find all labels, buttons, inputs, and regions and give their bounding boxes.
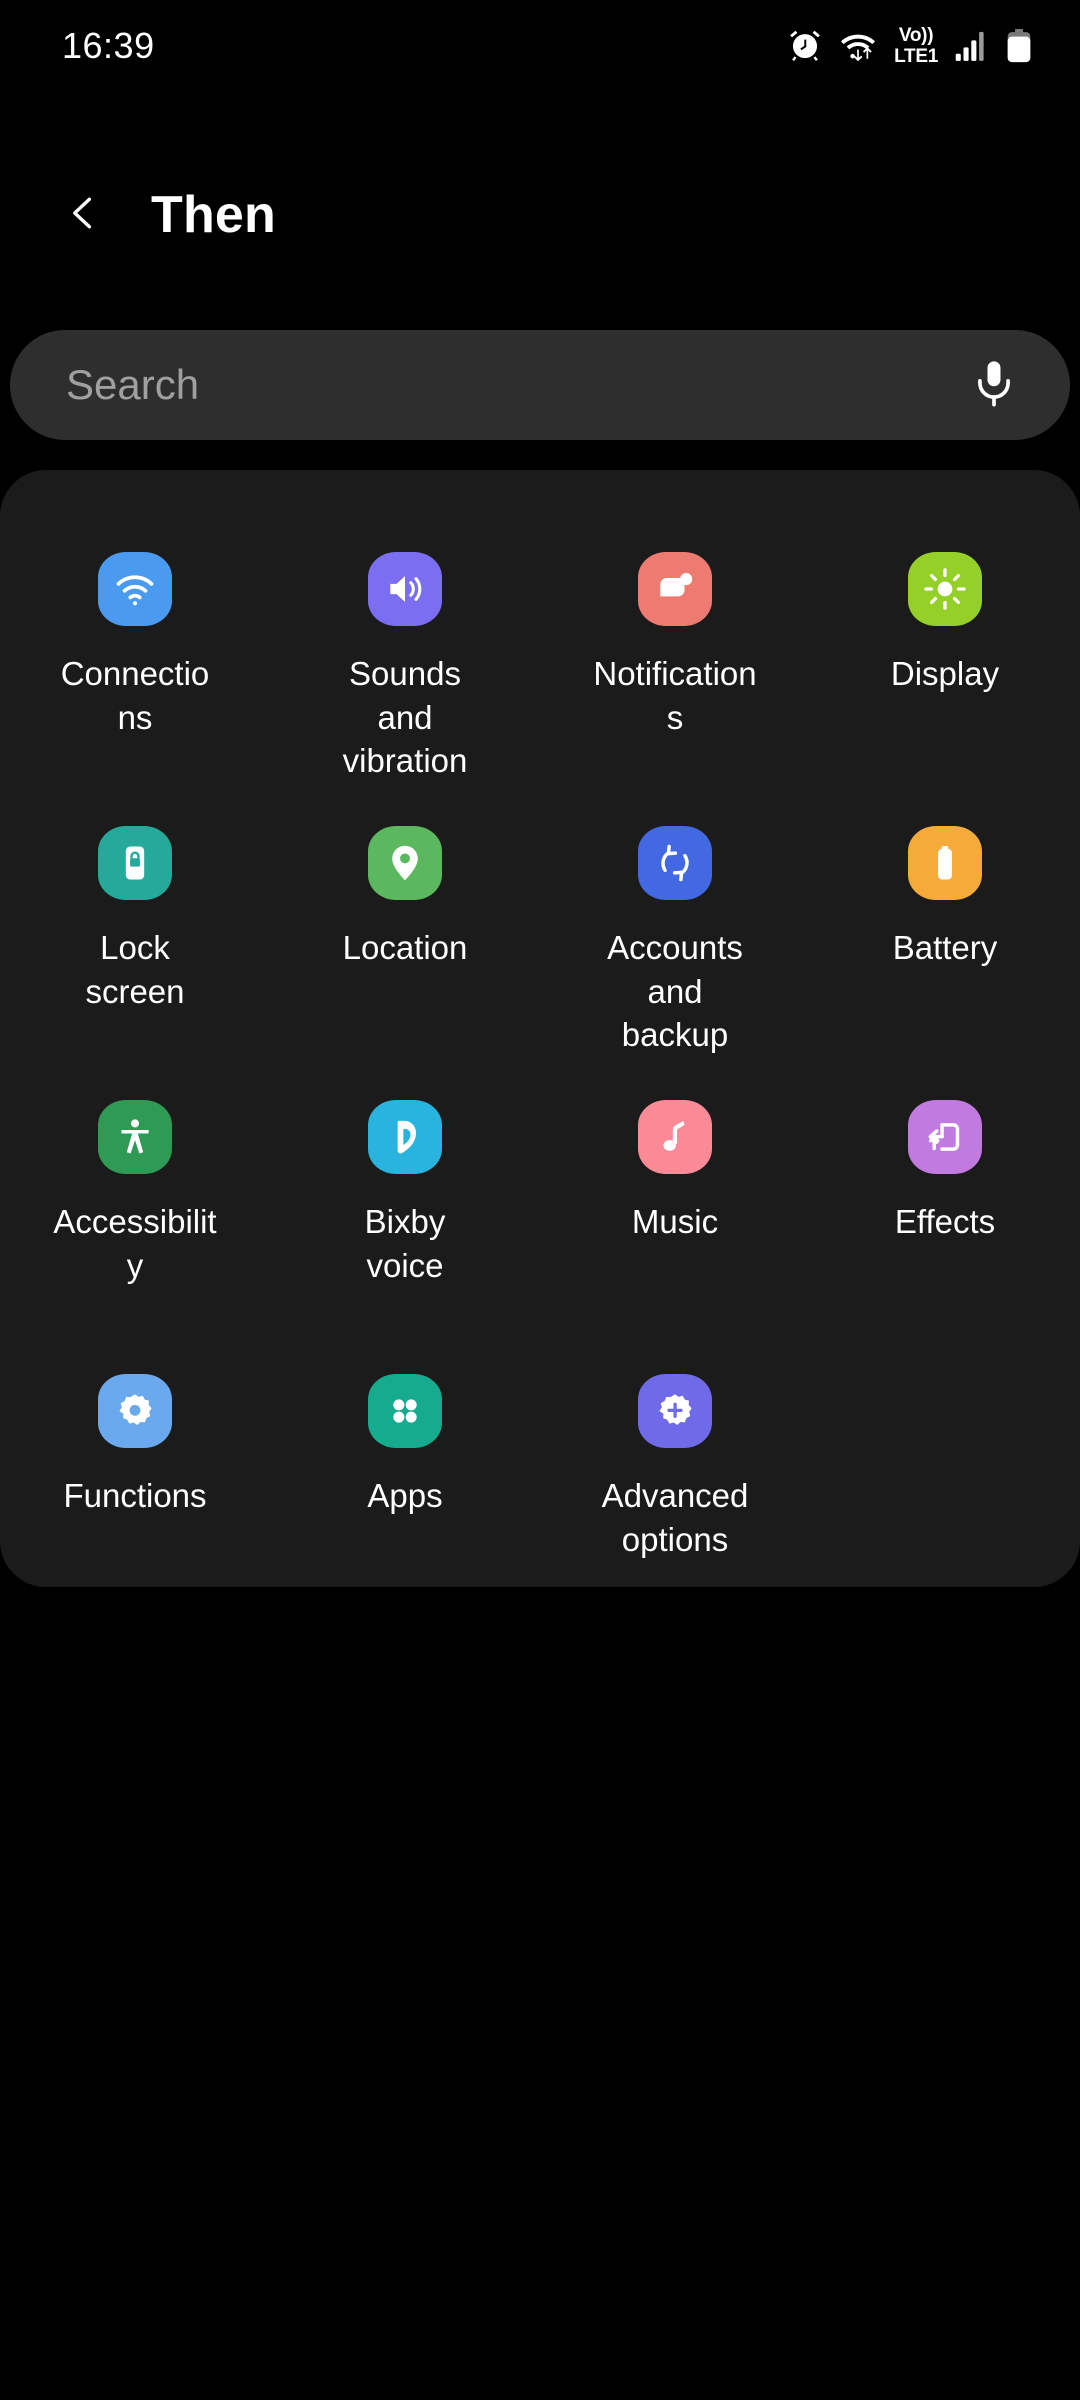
apps-grid-icon [385,1391,425,1431]
page-title: Then [151,186,277,244]
grid-item-label: Bixby voice [364,1203,446,1284]
grid-item-display[interactable]: Display [810,524,1080,798]
microphone-icon [968,357,1020,414]
functions-icon-bg [98,1374,172,1448]
grid-item-label: Sounds and vibration [342,655,468,780]
effects-icon-bg [908,1100,982,1174]
grid-item-advanced-options[interactable]: Advanced options [540,1346,810,1620]
accounts-icon-bg [638,826,712,900]
grid-item-label: Effects [894,1203,996,1240]
grid-item-label: Battery [892,929,998,966]
speaker-volume-icon [383,567,427,611]
status-bar: 16:39 Vo)) LTE1 [0,0,1080,92]
battery-vertical-icon [923,841,967,885]
connections-icon-bg [98,552,172,626]
grid-item-sounds-and-vibration[interactable]: Sounds and vibration [270,524,540,798]
voice-search-button[interactable] [964,355,1024,415]
grid-item-battery[interactable]: Battery [810,798,1080,1072]
grid-item-accounts-and-backup[interactable]: Accounts and backup [540,798,810,1072]
location-pin-icon [383,841,427,885]
grid-item-label: Accounts and backup [607,929,743,1054]
wifi-icon [113,567,157,611]
bixby-icon-bg [368,1100,442,1174]
grid-item-functions[interactable]: Functions [0,1346,270,1620]
grid-item-label: Notifications [593,655,757,736]
battery-icon [1006,29,1032,63]
settings-grid: Connections Sounds and vibration Notific… [0,524,1080,1620]
grid-item-notifications[interactable]: Notifications [540,524,810,798]
volte-icon: Vo)) LTE1 [894,26,938,66]
sounds-icon-bg [368,552,442,626]
search-bar[interactable]: Search [10,330,1070,440]
grid-item-label: Lock screen [85,929,185,1010]
volte-line2: LTE1 [894,46,938,67]
grid-item-accessibility[interactable]: Accessibility [0,1072,270,1346]
grid-item-lock-screen[interactable]: Lock screen [0,798,270,1072]
search-input[interactable]: Search [66,361,964,409]
volte-line1: Vo)) [898,25,934,46]
grid-item-bixby-voice[interactable]: Bixby voice [270,1072,540,1346]
grid-item-label: Location [342,929,468,966]
lock-screen-icon-bg [98,826,172,900]
grid-item-music[interactable]: Music [540,1072,810,1346]
effects-device-icon [923,1115,967,1159]
advanced-options-icon-bg [638,1374,712,1448]
battery-icon-bg [908,826,982,900]
chevron-left-icon [61,191,105,240]
accessibility-person-icon [113,1115,157,1159]
grid-item-apps[interactable]: Apps [270,1346,540,1620]
grid-item-label: Functions [63,1477,207,1514]
music-note-icon [653,1115,697,1159]
notification-bubble-icon [653,567,697,611]
phone-screen: 16:39 Vo)) LTE1 Then Search Connections … [0,0,1080,2400]
music-icon-bg [638,1100,712,1174]
lock-icon [113,841,157,885]
sync-arrows-icon [653,841,697,885]
display-icon-bg [908,552,982,626]
alarm-icon [788,29,822,63]
grid-item-label: Apps [367,1477,443,1514]
grid-empty-cell [810,1346,1080,1620]
notifications-icon-bg [638,552,712,626]
settings-grid-card: Connections Sounds and vibration Notific… [0,470,1080,1587]
app-bar: Then [0,160,1080,270]
gear-plus-icon [654,1390,696,1432]
location-icon-bg [368,826,442,900]
grid-item-label: Advanced options [601,1477,749,1558]
grid-item-location[interactable]: Location [270,798,540,1072]
grid-item-label: Display [890,655,1000,692]
grid-item-label: Accessibility [53,1203,217,1284]
signal-bars-icon [955,30,989,62]
apps-icon-bg [368,1374,442,1448]
accessibility-icon-bg [98,1100,172,1174]
status-clock: 16:39 [62,25,155,66]
back-button[interactable] [48,180,118,250]
grid-item-label: Music [631,1203,719,1240]
bixby-icon [383,1115,427,1159]
gear-icon [114,1390,156,1432]
wifi-data-transfer-icon [839,29,877,63]
grid-item-effects[interactable]: Effects [810,1072,1080,1346]
brightness-sun-icon [923,567,967,611]
grid-item-connections[interactable]: Connections [0,524,270,798]
grid-item-label: Connections [60,655,210,736]
status-icon-group: Vo)) LTE1 [788,26,1032,66]
